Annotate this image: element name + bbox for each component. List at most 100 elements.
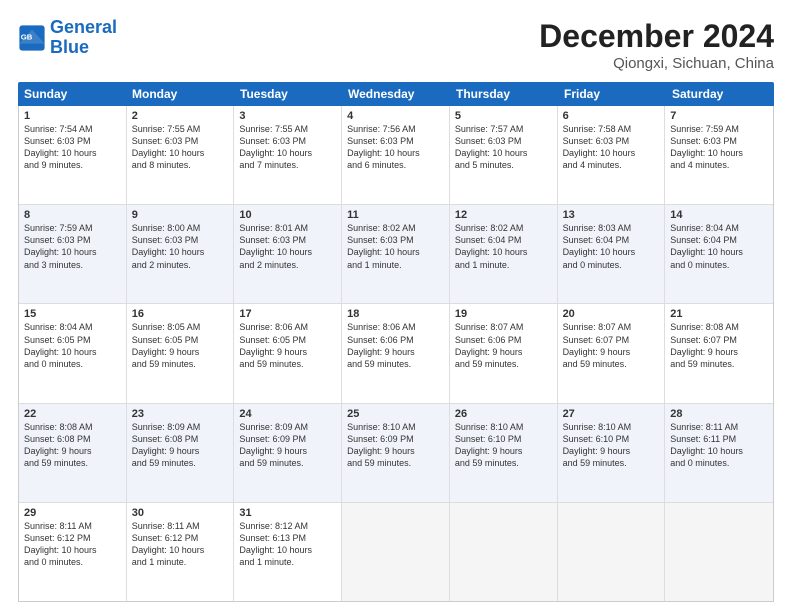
day-info: Sunrise: 8:08 AMSunset: 6:08 PMDaylight:… [24,421,121,470]
header-sunday: Sunday [18,82,126,106]
cal-cell-w3-d7: 21Sunrise: 8:08 AMSunset: 6:07 PMDayligh… [665,304,773,402]
cal-cell-w5-d3: 31Sunrise: 8:12 AMSunset: 6:13 PMDayligh… [234,503,342,601]
cal-cell-w5-d7 [665,503,773,601]
day-number: 17 [239,308,336,320]
cal-cell-w4-d1: 22Sunrise: 8:08 AMSunset: 6:08 PMDayligh… [19,404,127,502]
day-info: Sunrise: 8:11 AMSunset: 6:12 PMDaylight:… [24,520,121,569]
day-number: 3 [239,110,336,122]
day-number: 19 [455,308,552,320]
day-info: Sunrise: 7:55 AMSunset: 6:03 PMDaylight:… [132,123,229,172]
day-info: Sunrise: 8:03 AMSunset: 6:04 PMDaylight:… [563,222,660,271]
header-monday: Monday [126,82,234,106]
svg-text:GB: GB [21,32,33,41]
cal-cell-w3-d1: 15Sunrise: 8:04 AMSunset: 6:05 PMDayligh… [19,304,127,402]
day-info: Sunrise: 7:54 AMSunset: 6:03 PMDaylight:… [24,123,121,172]
day-number: 18 [347,308,444,320]
day-info: Sunrise: 8:01 AMSunset: 6:03 PMDaylight:… [239,222,336,271]
cal-cell-w2-d7: 14Sunrise: 8:04 AMSunset: 6:04 PMDayligh… [665,205,773,303]
day-number: 8 [24,209,121,221]
week-row-1: 1Sunrise: 7:54 AMSunset: 6:03 PMDaylight… [19,106,773,205]
day-number: 5 [455,110,552,122]
cal-cell-w5-d5 [450,503,558,601]
cal-cell-w2-d5: 12Sunrise: 8:02 AMSunset: 6:04 PMDayligh… [450,205,558,303]
day-number: 4 [347,110,444,122]
day-info: Sunrise: 8:11 AMSunset: 6:12 PMDaylight:… [132,520,229,569]
day-info: Sunrise: 7:59 AMSunset: 6:03 PMDaylight:… [670,123,768,172]
cal-cell-w1-d7: 7Sunrise: 7:59 AMSunset: 6:03 PMDaylight… [665,106,773,204]
cal-cell-w4-d4: 25Sunrise: 8:10 AMSunset: 6:09 PMDayligh… [342,404,450,502]
cal-cell-w3-d5: 19Sunrise: 8:07 AMSunset: 6:06 PMDayligh… [450,304,558,402]
day-info: Sunrise: 8:05 AMSunset: 6:05 PMDaylight:… [132,321,229,370]
header-friday: Friday [558,82,666,106]
cal-cell-w3-d4: 18Sunrise: 8:06 AMSunset: 6:06 PMDayligh… [342,304,450,402]
cal-cell-w4-d2: 23Sunrise: 8:09 AMSunset: 6:08 PMDayligh… [127,404,235,502]
cal-cell-w1-d3: 3Sunrise: 7:55 AMSunset: 6:03 PMDaylight… [234,106,342,204]
day-number: 25 [347,408,444,420]
day-info: Sunrise: 8:04 AMSunset: 6:04 PMDaylight:… [670,222,768,271]
week-row-5: 29Sunrise: 8:11 AMSunset: 6:12 PMDayligh… [19,503,773,601]
cal-cell-w1-d6: 6Sunrise: 7:58 AMSunset: 6:03 PMDaylight… [558,106,666,204]
day-number: 11 [347,209,444,221]
cal-cell-w5-d2: 30Sunrise: 8:11 AMSunset: 6:12 PMDayligh… [127,503,235,601]
header-saturday: Saturday [666,82,774,106]
cal-cell-w4-d5: 26Sunrise: 8:10 AMSunset: 6:10 PMDayligh… [450,404,558,502]
logo-general: General [50,17,117,37]
day-info: Sunrise: 8:12 AMSunset: 6:13 PMDaylight:… [239,520,336,569]
cal-cell-w2-d1: 8Sunrise: 7:59 AMSunset: 6:03 PMDaylight… [19,205,127,303]
day-info: Sunrise: 8:08 AMSunset: 6:07 PMDaylight:… [670,321,768,370]
day-number: 23 [132,408,229,420]
week-row-4: 22Sunrise: 8:08 AMSunset: 6:08 PMDayligh… [19,404,773,503]
cal-cell-w4-d3: 24Sunrise: 8:09 AMSunset: 6:09 PMDayligh… [234,404,342,502]
cal-cell-w2-d4: 11Sunrise: 8:02 AMSunset: 6:03 PMDayligh… [342,205,450,303]
subtitle: Qiongxi, Sichuan, China [539,55,774,72]
day-info: Sunrise: 8:07 AMSunset: 6:07 PMDaylight:… [563,321,660,370]
day-number: 2 [132,110,229,122]
cal-cell-w3-d2: 16Sunrise: 8:05 AMSunset: 6:05 PMDayligh… [127,304,235,402]
cal-cell-w1-d2: 2Sunrise: 7:55 AMSunset: 6:03 PMDaylight… [127,106,235,204]
day-number: 30 [132,507,229,519]
cal-cell-w5-d6 [558,503,666,601]
calendar: Sunday Monday Tuesday Wednesday Thursday… [18,82,774,602]
cal-cell-w1-d4: 4Sunrise: 7:56 AMSunset: 6:03 PMDaylight… [342,106,450,204]
day-info: Sunrise: 7:55 AMSunset: 6:03 PMDaylight:… [239,123,336,172]
day-info: Sunrise: 8:02 AMSunset: 6:03 PMDaylight:… [347,222,444,271]
cal-cell-w3-d3: 17Sunrise: 8:06 AMSunset: 6:05 PMDayligh… [234,304,342,402]
header-tuesday: Tuesday [234,82,342,106]
main-title: December 2024 [539,18,774,55]
day-number: 26 [455,408,552,420]
header-thursday: Thursday [450,82,558,106]
cal-cell-w1-d5: 5Sunrise: 7:57 AMSunset: 6:03 PMDaylight… [450,106,558,204]
day-info: Sunrise: 8:10 AMSunset: 6:10 PMDaylight:… [563,421,660,470]
cal-cell-w4-d7: 28Sunrise: 8:11 AMSunset: 6:11 PMDayligh… [665,404,773,502]
cal-cell-w4-d6: 27Sunrise: 8:10 AMSunset: 6:10 PMDayligh… [558,404,666,502]
day-number: 27 [563,408,660,420]
day-number: 7 [670,110,768,122]
cal-cell-w2-d2: 9Sunrise: 8:00 AMSunset: 6:03 PMDaylight… [127,205,235,303]
day-number: 16 [132,308,229,320]
day-number: 13 [563,209,660,221]
logo-icon: GB [18,24,46,52]
day-info: Sunrise: 8:09 AMSunset: 6:08 PMDaylight:… [132,421,229,470]
day-number: 6 [563,110,660,122]
day-number: 10 [239,209,336,221]
header: GB General Blue December 2024 Qiongxi, S… [18,18,774,72]
page: GB General Blue December 2024 Qiongxi, S… [0,0,792,612]
cal-cell-w5-d4 [342,503,450,601]
week-row-2: 8Sunrise: 7:59 AMSunset: 6:03 PMDaylight… [19,205,773,304]
day-info: Sunrise: 8:07 AMSunset: 6:06 PMDaylight:… [455,321,552,370]
day-number: 31 [239,507,336,519]
week-row-3: 15Sunrise: 8:04 AMSunset: 6:05 PMDayligh… [19,304,773,403]
day-info: Sunrise: 8:09 AMSunset: 6:09 PMDaylight:… [239,421,336,470]
day-info: Sunrise: 8:00 AMSunset: 6:03 PMDaylight:… [132,222,229,271]
day-number: 28 [670,408,768,420]
logo-blue: Blue [50,37,89,57]
day-number: 1 [24,110,121,122]
day-info: Sunrise: 8:02 AMSunset: 6:04 PMDaylight:… [455,222,552,271]
day-number: 29 [24,507,121,519]
logo: GB General Blue [18,18,117,58]
day-info: Sunrise: 8:10 AMSunset: 6:10 PMDaylight:… [455,421,552,470]
day-info: Sunrise: 8:04 AMSunset: 6:05 PMDaylight:… [24,321,121,370]
day-info: Sunrise: 8:10 AMSunset: 6:09 PMDaylight:… [347,421,444,470]
cal-cell-w1-d1: 1Sunrise: 7:54 AMSunset: 6:03 PMDaylight… [19,106,127,204]
day-number: 9 [132,209,229,221]
